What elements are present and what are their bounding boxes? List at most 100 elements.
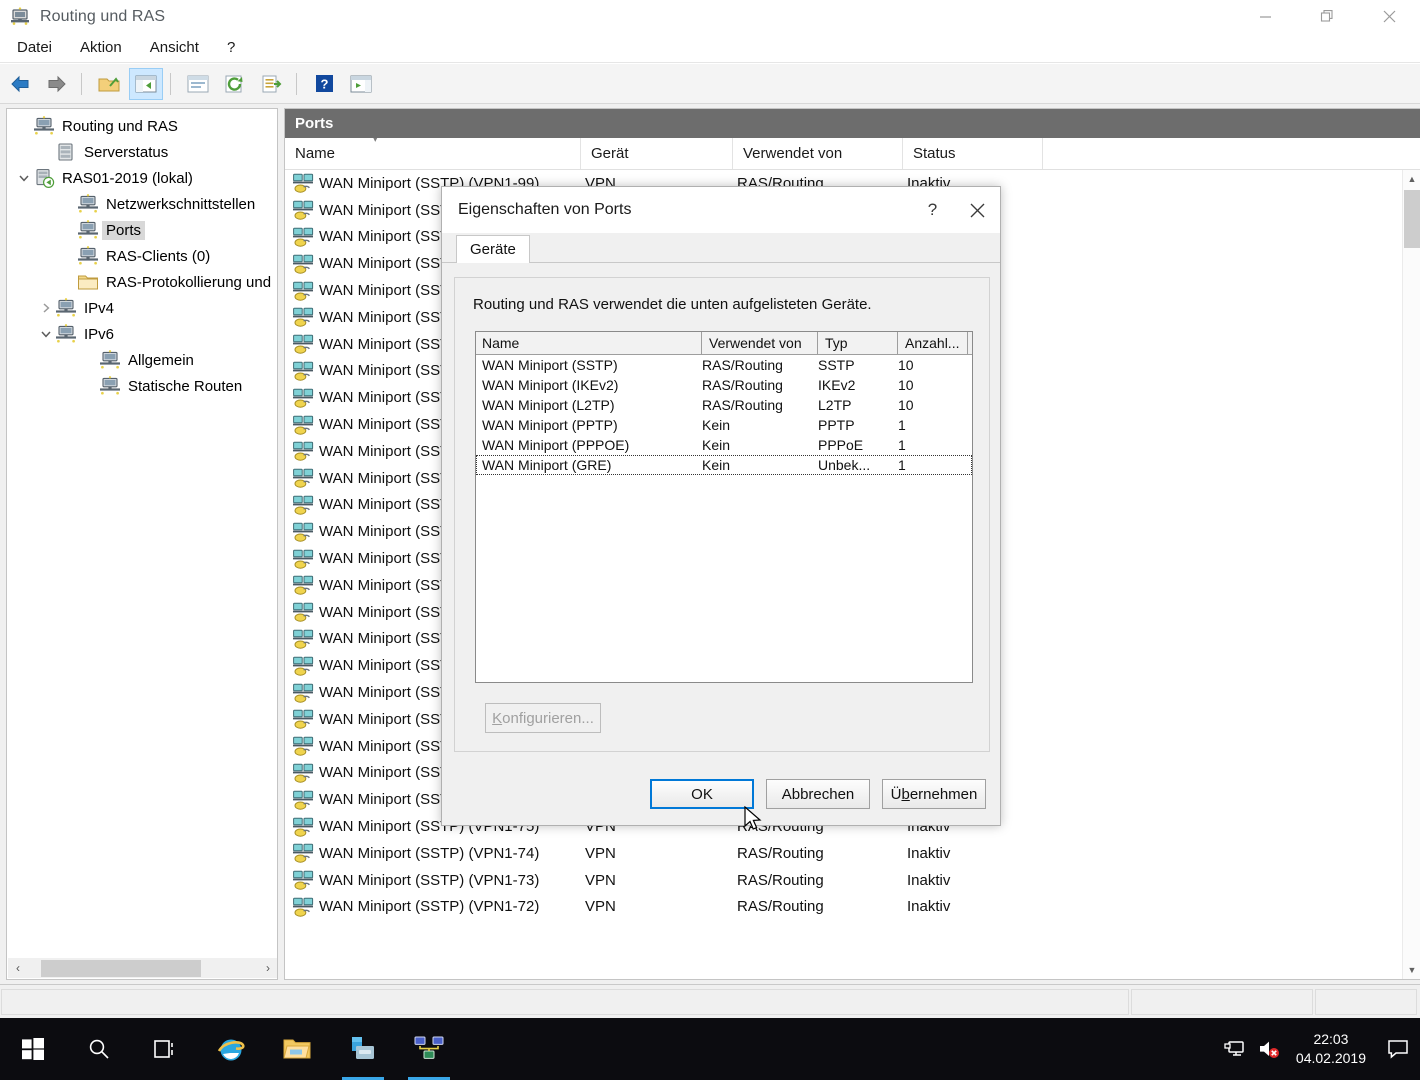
port-icon	[293, 468, 315, 488]
port-icon	[293, 683, 315, 703]
device-row[interactable]: WAN Miniport (IKEv2) RAS/Routing IKEv2 10	[476, 375, 972, 395]
show-action-pane-icon[interactable]	[344, 68, 378, 100]
search-icon[interactable]	[66, 1018, 132, 1080]
menu-help[interactable]: ?	[216, 37, 246, 58]
close-icon[interactable]	[1358, 0, 1420, 33]
list-vscroll-thumb[interactable]	[1404, 190, 1420, 248]
refresh-icon[interactable]	[218, 68, 252, 100]
restore-icon[interactable]	[1296, 0, 1358, 33]
tree-item-ras-clients-0[interactable]: RAS-Clients (0)	[7, 243, 277, 269]
device-row[interactable]: WAN Miniport (L2TP) RAS/Routing L2TP 10	[476, 395, 972, 415]
forward-icon[interactable]	[40, 68, 74, 100]
task-view-icon[interactable]	[132, 1018, 198, 1080]
device-count: 10	[898, 357, 914, 373]
table-row[interactable]: WAN Miniport (SSTP) (VPN1-72) VPN RAS/Rout…	[285, 894, 1420, 921]
tree-hscroll-thumb[interactable]	[41, 960, 201, 977]
svg-text:?: ?	[320, 77, 328, 92]
devices-column-count[interactable]: Anzahl...	[898, 332, 968, 354]
routing-ras-icon	[10, 6, 30, 27]
show-hide-console-tree-icon[interactable]	[129, 67, 163, 100]
dialog-close-icon[interactable]	[955, 187, 1000, 233]
tree-item-allgemein[interactable]: Allgemein	[7, 347, 277, 373]
menu-datei[interactable]: Datei	[6, 37, 63, 58]
scroll-left-icon[interactable]: ‹	[8, 961, 28, 975]
tree-item-netzwerkschnittstellen[interactable]: Netzwerkschnittstellen	[7, 191, 277, 217]
list-title-band: Ports	[285, 109, 1420, 138]
file-explorer-icon[interactable]	[264, 1018, 330, 1080]
port-icon	[293, 307, 315, 328]
column-header-device[interactable]: Gerät	[581, 138, 733, 169]
port-icon	[293, 441, 315, 462]
network-icon[interactable]	[1218, 1018, 1252, 1080]
tree-item-statische-routen[interactable]: Statische Routen	[7, 373, 277, 399]
menu-ansicht[interactable]: Ansicht	[139, 37, 210, 58]
tree-item-ports[interactable]: Ports	[7, 217, 277, 243]
tree-horizontal-scrollbar[interactable]: ‹ ›	[8, 958, 277, 978]
tree-item-ras01-2019-lokal[interactable]: RAS01-2019 (lokal)	[7, 165, 277, 191]
properties-icon[interactable]	[181, 68, 215, 100]
export-list-icon[interactable]	[255, 68, 289, 100]
devices-listview[interactable]: Name Verwendet von Typ Anzahl... WAN Min…	[475, 331, 973, 683]
tree-item-ipv6[interactable]: IPv6	[7, 321, 277, 347]
device-row[interactable]: WAN Miniport (PPTP) Kein PPTP 1	[476, 415, 972, 435]
dialog-footer: OK Abbrechen Übernehmen	[442, 779, 1002, 809]
devices-column-name[interactable]: Name	[476, 332, 702, 354]
tree-hscroll-track[interactable]	[28, 959, 258, 977]
dialog-tab-panel: Routing und RAS verwendet die unten aufg…	[454, 277, 990, 752]
cell-device: VPN	[585, 871, 616, 889]
table-row[interactable]: WAN Miniport (SSTP) (VPN1-73) VPN RAS/Rout…	[285, 867, 1420, 894]
help-icon[interactable]: ?	[307, 68, 341, 100]
back-icon[interactable]	[3, 68, 37, 100]
device-used-by: RAS/Routing	[702, 377, 783, 393]
device-row[interactable]: WAN Miniport (PPPOE) Kein PPPoE 1	[476, 435, 972, 455]
configure-button[interactable]: Konfigurieren...	[485, 703, 601, 733]
port-icon	[293, 709, 315, 730]
tree-item-ras-protokollierung-und[interactable]: RAS-Protokollierung und	[7, 269, 277, 295]
cell-used-by: RAS/Routing	[737, 844, 824, 862]
device-used-by: RAS/Routing	[702, 357, 783, 373]
server-manager-icon[interactable]	[330, 1018, 396, 1080]
up-folder-icon[interactable]	[92, 68, 126, 100]
cell-port-name: WAN Miniport (SSTP) (VPN1-73)	[319, 871, 540, 889]
tree-item-label: Netzwerkschnittstellen	[106, 195, 256, 213]
minimize-icon[interactable]	[1234, 0, 1296, 33]
tab-geraete[interactable]: Geräte	[456, 235, 530, 263]
tree-item-ipv4[interactable]: IPv4	[7, 295, 277, 321]
volume-muted-icon[interactable]	[1252, 1018, 1286, 1080]
cell-device: VPN	[585, 898, 616, 916]
cell-status: Inaktiv	[907, 871, 951, 889]
tree-item-serverstatus[interactable]: Serverstatus	[7, 139, 277, 165]
taskbar-clock[interactable]: 22:03 04.02.2019	[1286, 1030, 1376, 1068]
ok-button[interactable]: OK	[650, 779, 754, 809]
list-vertical-scrollbar[interactable]: ▲ ▼	[1402, 170, 1420, 979]
column-header-used-by[interactable]: Verwendet von	[733, 138, 903, 169]
action-center-icon[interactable]	[1376, 1018, 1420, 1080]
windows-start-icon[interactable]	[0, 1018, 66, 1080]
apply-button[interactable]: Übernehmen	[882, 779, 986, 809]
column-header-status[interactable]: Status	[903, 138, 1043, 169]
internet-explorer-icon[interactable]	[198, 1018, 264, 1080]
scroll-right-icon[interactable]: ›	[258, 961, 277, 975]
tree-item-label: Ports	[102, 220, 146, 240]
column-header-name[interactable]: ▾ Name	[285, 138, 581, 169]
chevron-down-icon[interactable]	[37, 328, 55, 340]
chevron-right-icon[interactable]	[37, 302, 55, 314]
scroll-down-icon[interactable]: ▼	[1403, 961, 1420, 979]
devices-column-used-by[interactable]: Verwendet von	[702, 332, 818, 354]
dialog-help-icon[interactable]: ?	[910, 187, 955, 233]
cancel-button[interactable]: Abbrechen	[766, 779, 870, 809]
device-used-by: Kein	[702, 457, 731, 473]
device-row[interactable]: WAN Miniport (GRE) Kein Unbek... 1	[476, 455, 972, 475]
device-name: WAN Miniport (SSTP)	[482, 357, 618, 373]
menu-aktion[interactable]: Aktion	[69, 37, 133, 58]
device-row[interactable]: WAN Miniport (SSTP) RAS/Routing SSTP 10	[476, 355, 972, 375]
devices-column-type[interactable]: Typ	[818, 332, 898, 354]
scroll-up-icon[interactable]: ▲	[1403, 170, 1420, 188]
tree-item-routing-und-ras[interactable]: Routing und RAS	[7, 113, 277, 139]
sort-ascending-icon: ▾	[372, 138, 379, 145]
routing-and-ras-icon[interactable]	[396, 1018, 462, 1080]
table-row[interactable]: WAN Miniport (SSTP) (VPN1-74) VPN RAS/Rout…	[285, 840, 1420, 867]
device-used-by: Kein	[702, 417, 731, 433]
chevron-down-icon[interactable]	[15, 172, 33, 184]
port-icon	[293, 173, 315, 194]
